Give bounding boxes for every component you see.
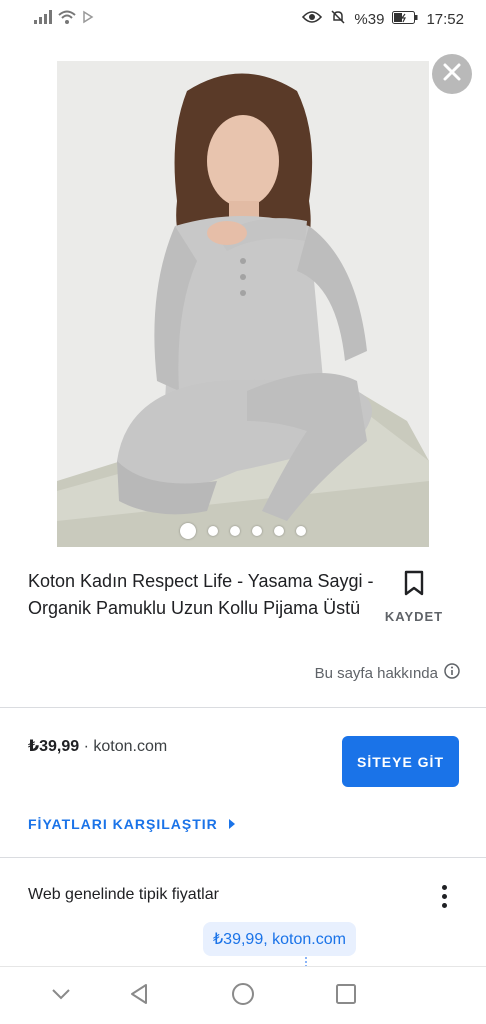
nav-back-button[interactable] xyxy=(124,981,154,1011)
price-chip[interactable]: ₺39,99, koton.com xyxy=(203,922,356,956)
status-bar: %39 17:52 xyxy=(0,0,486,40)
visit-site-button[interactable]: SİTEYE GİT xyxy=(342,736,459,787)
product-title: Koton Kadın Respect Life - Yasama Saygi … xyxy=(28,571,374,618)
save-button[interactable]: KAYDET xyxy=(382,570,446,624)
status-left xyxy=(34,10,94,29)
home-circle-icon xyxy=(231,982,255,1011)
offer-price: ₺39,99 xyxy=(28,738,80,755)
clock: 17:52 xyxy=(426,10,464,28)
more-vert-icon-dot xyxy=(441,902,447,908)
compare-prices-link[interactable]: FİYATLARI KARŞILAŞTIR xyxy=(28,816,236,832)
back-triangle-icon xyxy=(128,983,150,1010)
nav-hide-button[interactable] xyxy=(46,981,76,1011)
product-photo-illustration xyxy=(57,61,429,547)
mute-bell-icon xyxy=(330,9,346,29)
carousel-indicator xyxy=(57,523,429,539)
compare-label: FİYATLARI KARŞILAŞTIR xyxy=(28,816,218,832)
more-options-button[interactable] xyxy=(432,880,456,912)
divider xyxy=(0,707,486,708)
caret-right-icon xyxy=(228,816,236,832)
offer-separator: · xyxy=(83,738,89,755)
save-label: KAYDET xyxy=(384,609,444,624)
about-label: Bu sayfa hakkında xyxy=(314,664,438,682)
carousel-dot-6[interactable] xyxy=(296,526,306,536)
chevron-down-icon xyxy=(51,987,71,1005)
status-right: %39 17:52 xyxy=(302,9,464,29)
product-image[interactable] xyxy=(57,61,429,547)
carousel-dot-5[interactable] xyxy=(274,526,284,536)
bookmark-icon xyxy=(404,570,424,601)
signal-icon xyxy=(34,10,52,29)
recents-square-icon xyxy=(335,983,357,1010)
carousel-dot-4[interactable] xyxy=(252,526,262,536)
screen: %39 17:52 Koton Kadın Respect Life - Yas… xyxy=(0,0,486,1024)
nav-home-button[interactable] xyxy=(228,981,258,1011)
carousel-dot-1[interactable] xyxy=(180,523,196,539)
cast-icon xyxy=(82,10,94,29)
close-icon xyxy=(443,63,461,86)
close-button[interactable] xyxy=(432,54,472,94)
more-vert-icon-dot xyxy=(441,884,447,890)
system-nav-bar xyxy=(0,966,486,1024)
typical-prices-heading: Web genelinde tipik fiyatlar xyxy=(28,886,219,903)
offer-store: koton.com xyxy=(93,738,168,755)
about-page-link[interactable]: Bu sayfa hakkında xyxy=(315,663,460,683)
info-icon xyxy=(444,663,460,683)
wifi-icon xyxy=(58,10,76,29)
nav-recents-button[interactable] xyxy=(331,981,361,1011)
divider xyxy=(0,857,486,858)
eye-icon xyxy=(302,10,323,28)
carousel-dot-3[interactable] xyxy=(230,526,240,536)
more-vert-icon-dot xyxy=(441,893,447,899)
battery-percent: %39 xyxy=(354,10,385,28)
battery-icon xyxy=(392,10,418,28)
carousel-dot-2[interactable] xyxy=(208,526,218,536)
offer-row: ₺39,99 · koton.com xyxy=(28,736,167,756)
